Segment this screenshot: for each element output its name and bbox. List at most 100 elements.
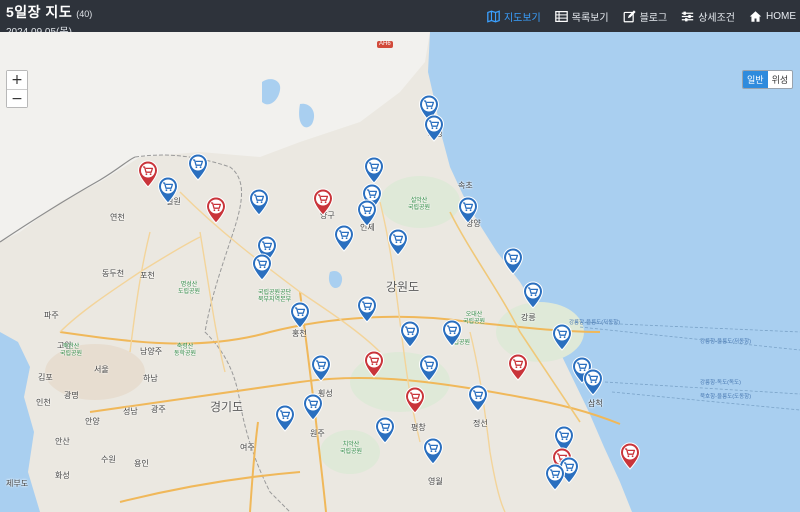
cart-pin-icon	[467, 384, 489, 412]
city-label: 김포	[38, 373, 53, 382]
nav-filter[interactable]: 상세조건	[681, 9, 735, 24]
market-marker-today[interactable]	[619, 442, 641, 470]
nav-blog-label: 블로그	[639, 12, 668, 24]
cart-pin-icon	[187, 153, 209, 181]
city-label: 동두천	[102, 269, 125, 278]
city-label: 화성	[55, 471, 70, 480]
park-label: 치악산 국립공원	[340, 442, 363, 455]
park-label: 축령산 동학공원	[174, 344, 197, 357]
city-label: 남양주	[140, 347, 163, 356]
market-marker[interactable]	[423, 114, 445, 142]
park-label: 오대산 국립공원	[463, 312, 486, 325]
market-marker[interactable]	[363, 156, 385, 184]
zoom-control: + −	[6, 70, 28, 108]
market-marker-today[interactable]	[205, 196, 227, 224]
market-marker[interactable]	[467, 384, 489, 412]
map-type-normal-button[interactable]: 일반	[743, 71, 768, 88]
city-label: 안산	[55, 437, 70, 446]
park-label: 설악산 국립공원	[408, 198, 431, 211]
market-marker[interactable]	[333, 224, 355, 252]
market-marker[interactable]	[502, 247, 524, 275]
city-label: 하남	[143, 374, 158, 383]
city-label: 연천	[110, 213, 125, 222]
city-label: 속초	[458, 181, 473, 190]
market-marker[interactable]	[544, 463, 566, 491]
market-marker-today[interactable]	[507, 353, 529, 381]
market-marker[interactable]	[356, 199, 378, 227]
city-label: 서울	[94, 365, 109, 374]
market-marker-today[interactable]	[312, 188, 334, 216]
nav-blog[interactable]: 블로그	[623, 9, 668, 24]
zoom-out-button[interactable]: −	[7, 89, 27, 107]
cart-pin-icon	[137, 160, 159, 188]
ferry-route-label: 강릉항-독도(독도)	[700, 380, 741, 386]
cart-pin-icon	[302, 393, 324, 421]
market-marker[interactable]	[551, 323, 573, 351]
market-marker[interactable]	[441, 319, 463, 347]
cart-pin-icon	[374, 416, 396, 444]
cart-pin-icon	[310, 354, 332, 382]
route-shield: AH6	[377, 41, 393, 48]
market-marker[interactable]	[248, 188, 270, 216]
market-marker[interactable]	[457, 196, 479, 224]
top-bar: 5일장 지도 (40) 2024.09.05(목) 지도보기 목록보기 블로그 …	[0, 0, 800, 38]
city-label: 수원	[101, 455, 116, 464]
market-marker-today[interactable]	[137, 160, 159, 188]
cart-pin-icon	[457, 196, 479, 224]
nav-home[interactable]: HOME	[749, 10, 796, 23]
nav-map-view[interactable]: 지도보기	[487, 9, 541, 24]
cart-pin-icon	[522, 281, 544, 309]
zoom-in-button[interactable]: +	[7, 71, 27, 89]
map-canvas[interactable]: 강원도 경기도 고성 속초 양양 강릉 삼척 정선 평창 영월 원주 횡성 홍천…	[0, 32, 800, 512]
cart-pin-icon	[363, 156, 385, 184]
cart-pin-icon	[356, 295, 378, 323]
market-marker[interactable]	[422, 437, 444, 465]
city-label: 여주	[240, 443, 255, 452]
sliders-icon	[682, 11, 694, 21]
nav-menu: 지도보기 목록보기 블로그 상세조건 HOME	[487, 0, 796, 32]
ferry-route-label: 강릉항-울릉도(저동항)	[700, 339, 752, 345]
city-label: 인천	[36, 398, 51, 407]
market-marker[interactable]	[418, 354, 440, 382]
cart-pin-icon	[418, 354, 440, 382]
market-marker[interactable]	[274, 404, 296, 432]
market-marker[interactable]	[289, 301, 311, 329]
city-label: 제부도	[6, 479, 29, 488]
cart-pin-icon	[423, 114, 445, 142]
city-label: 원주	[310, 429, 325, 438]
nav-list-view[interactable]: 목록보기	[554, 9, 609, 24]
market-marker[interactable]	[522, 281, 544, 309]
market-marker[interactable]	[582, 368, 604, 396]
map-type-satellite-button[interactable]: 위성	[767, 71, 793, 88]
market-marker[interactable]	[302, 393, 324, 421]
city-label: 광주	[151, 405, 166, 414]
market-marker[interactable]	[157, 176, 179, 204]
market-marker[interactable]	[374, 416, 396, 444]
cart-pin-icon	[502, 247, 524, 275]
market-marker[interactable]	[251, 253, 273, 281]
cart-pin-icon	[205, 196, 227, 224]
cart-pin-icon	[333, 224, 355, 252]
market-marker-today[interactable]	[404, 386, 426, 414]
market-marker-today[interactable]	[363, 350, 385, 378]
city-label: 삼척	[588, 399, 603, 408]
city-label: 정선	[473, 419, 488, 428]
market-marker[interactable]	[387, 228, 409, 256]
city-label: 파주	[44, 311, 59, 320]
market-marker[interactable]	[310, 354, 332, 382]
city-label: 안양	[85, 417, 100, 426]
map-type-toggle: 일반 위성	[742, 70, 794, 89]
cart-pin-icon	[289, 301, 311, 329]
city-label: 포천	[140, 271, 155, 280]
market-count: (40)	[76, 9, 93, 19]
cart-pin-icon	[544, 463, 566, 491]
cart-pin-icon	[399, 320, 421, 348]
page-title: 5일장 지도	[6, 4, 73, 20]
cart-pin-icon	[356, 199, 378, 227]
edit-icon	[623, 9, 636, 22]
list-icon	[554, 10, 568, 22]
home-icon	[749, 10, 762, 22]
market-marker[interactable]	[187, 153, 209, 181]
market-marker[interactable]	[399, 320, 421, 348]
market-marker[interactable]	[356, 295, 378, 323]
